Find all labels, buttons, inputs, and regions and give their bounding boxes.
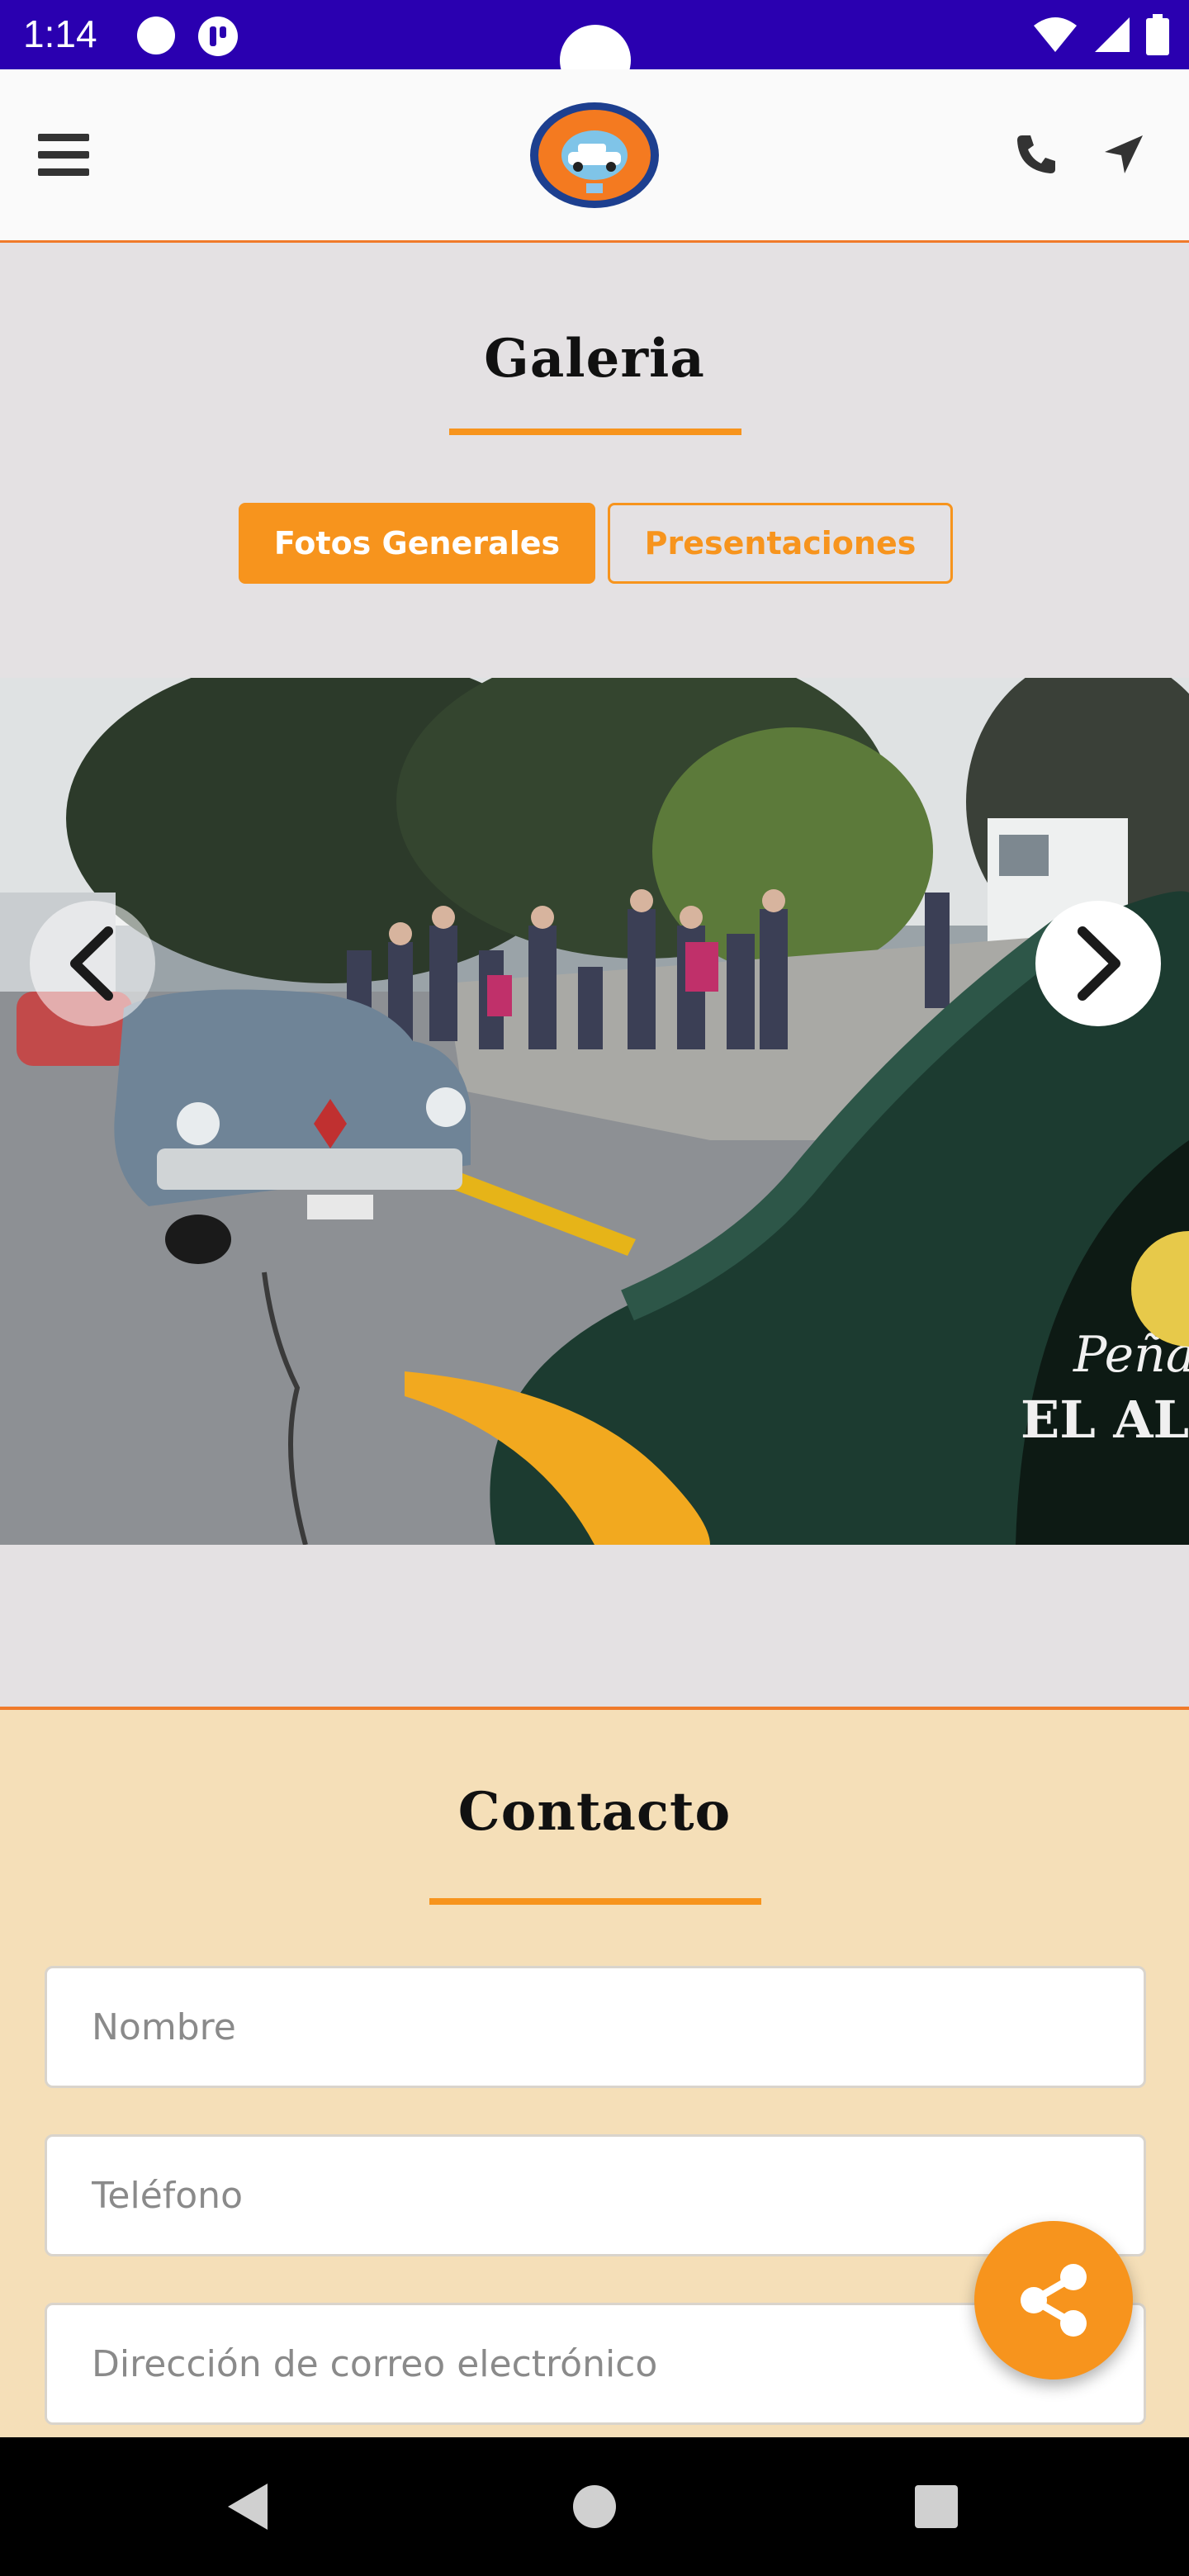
tab-fotos-generales[interactable]: Fotos Generales — [239, 503, 595, 584]
tab-presentaciones[interactable]: Presentaciones — [608, 503, 953, 584]
galeria-title-underline — [449, 429, 741, 435]
chevron-right-icon — [1078, 926, 1120, 1001]
club-logo[interactable] — [528, 101, 661, 210]
contacto-title-underline — [429, 1898, 761, 1905]
nav-back-button[interactable] — [216, 2475, 279, 2538]
nombre-field[interactable] — [45, 1966, 1146, 2088]
chevron-left-icon — [70, 926, 113, 1001]
status-icons — [1032, 12, 1169, 58]
gallery-photo-image: Peña EL ALEM — [0, 678, 1189, 1545]
home-circle-icon — [573, 2485, 616, 2528]
contacto-title: Contacto — [457, 1781, 732, 1843]
share-fab-button[interactable] — [974, 2221, 1133, 2379]
system-nav-bar — [0, 2437, 1189, 2576]
wifi-icon — [1034, 17, 1077, 52]
back-triangle-icon — [228, 2484, 268, 2530]
hamburger-menu-icon[interactable] — [38, 132, 89, 178]
car-decal-text-2: EL ALEM — [1021, 1390, 1189, 1450]
status-time: 1:14 — [23, 12, 97, 55]
carousel-prev-button[interactable] — [30, 901, 155, 1026]
app-notification-icon — [198, 17, 238, 56]
phone-icon[interactable] — [1014, 132, 1059, 177]
recents-square-icon — [915, 2485, 958, 2528]
telefono-field[interactable] — [45, 2134, 1146, 2256]
navigation-arrow-icon[interactable] — [1101, 132, 1146, 177]
signal-icon — [1095, 17, 1130, 52]
nav-home-button[interactable] — [563, 2475, 626, 2538]
carousel-next-button[interactable] — [1035, 901, 1161, 1026]
app-header — [0, 69, 1189, 243]
status-bar: 1:14 — [0, 0, 1189, 96]
gallery-photo: Peña EL ALEM — [0, 678, 1189, 1545]
nav-recents-button[interactable] — [905, 2475, 968, 2538]
galeria-title: Galeria — [484, 328, 705, 390]
battery-icon — [1146, 14, 1169, 55]
notification-dot-icon — [137, 17, 175, 54]
share-icon — [1021, 2264, 1087, 2337]
galeria-section: Galeria Fotos Generales Presentaciones P… — [0, 245, 1189, 1707]
